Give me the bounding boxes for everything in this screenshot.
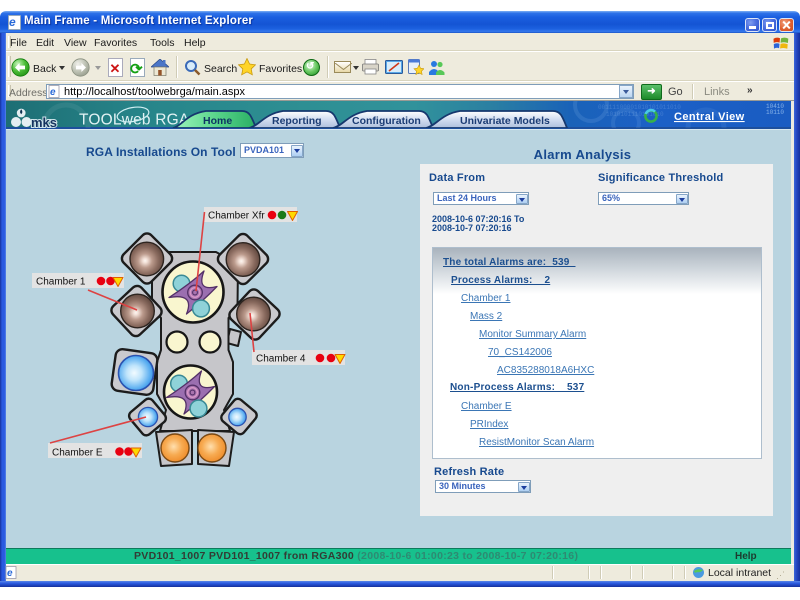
svg-text:Reporting: Reporting xyxy=(272,115,322,127)
svg-text:Chamber 4: Chamber 4 xyxy=(256,354,306,365)
svg-text:00111100001010101011010: 00111100001010101011010 xyxy=(598,104,681,111)
svg-text:e: e xyxy=(50,87,56,98)
svg-text:Chamber 1: Chamber 1 xyxy=(36,277,86,288)
svg-text:Chamber Xfr: Chamber Xfr xyxy=(208,211,265,222)
svg-text:10110: 10110 xyxy=(766,109,784,116)
svg-text:Home: Home xyxy=(203,115,232,127)
svg-text:e: e xyxy=(7,568,13,579)
svg-text:Configuration: Configuration xyxy=(352,115,421,127)
svg-text:Central View: Central View xyxy=(674,111,745,123)
svg-text:Chamber E: Chamber E xyxy=(52,448,103,459)
svg-text:TOOLweb RGA: TOOLweb RGA xyxy=(79,112,190,129)
svg-text:mks: mks xyxy=(31,115,57,128)
svg-text:Univariate Models: Univariate Models xyxy=(460,115,550,127)
